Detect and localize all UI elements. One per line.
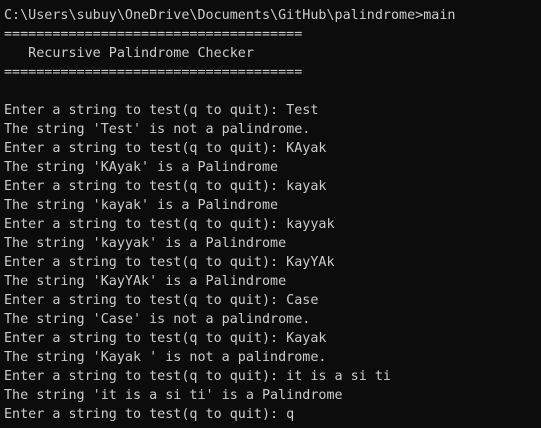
input-prompt-line: Enter a string to test(q to quit): Kayak bbox=[4, 331, 327, 346]
input-prompt-line: Enter a string to test(q to quit): KayYA… bbox=[4, 255, 335, 270]
active-input-line[interactable]: Enter a string to test(q to quit): q bbox=[4, 405, 541, 424]
result-line: The string 'Kayak ' is not a palindrome. bbox=[4, 350, 327, 365]
terminal-window[interactable]: C:\Users\subuy\OneDrive\Documents\GitHub… bbox=[4, 6, 541, 428]
result-line: The string 'kayyak' is a Palindrome bbox=[4, 236, 287, 251]
result-line: The string 'it is a si ti' is a Palindro… bbox=[4, 388, 343, 403]
command-prompt-line: C:\Users\subuy\OneDrive\Documents\GitHub… bbox=[4, 8, 456, 23]
input-prompt-line: Enter a string to test(q to quit): it is… bbox=[4, 369, 391, 384]
result-line: The string 'Case' is not a palindrome. bbox=[4, 312, 311, 327]
input-prompt-line: Enter a string to test(q to quit): kayya… bbox=[4, 217, 335, 232]
result-line: The string 'KayYAk' is a Palindrome bbox=[4, 274, 287, 289]
input-prompt-line: Enter a string to test(q to quit): kayak bbox=[4, 179, 327, 194]
banner-top-rule: ===================================== bbox=[4, 27, 303, 42]
input-prompt-line: Enter a string to test(q to quit): Case bbox=[4, 293, 319, 308]
banner-title: Recursive Palindrome Checker bbox=[4, 46, 254, 61]
input-prompt-line: Enter a string to test(q to quit): Test bbox=[4, 103, 319, 118]
input-prompt-line: Enter a string to test(q to quit): KAyak bbox=[4, 141, 327, 156]
result-line: The string 'KAyak' is a Palindrome bbox=[4, 160, 279, 175]
banner-bottom-rule: ===================================== bbox=[4, 65, 303, 80]
result-line: The string 'kayak' is a Palindrome bbox=[4, 198, 279, 213]
result-line: The string 'Test' is not a palindrome. bbox=[4, 122, 311, 137]
